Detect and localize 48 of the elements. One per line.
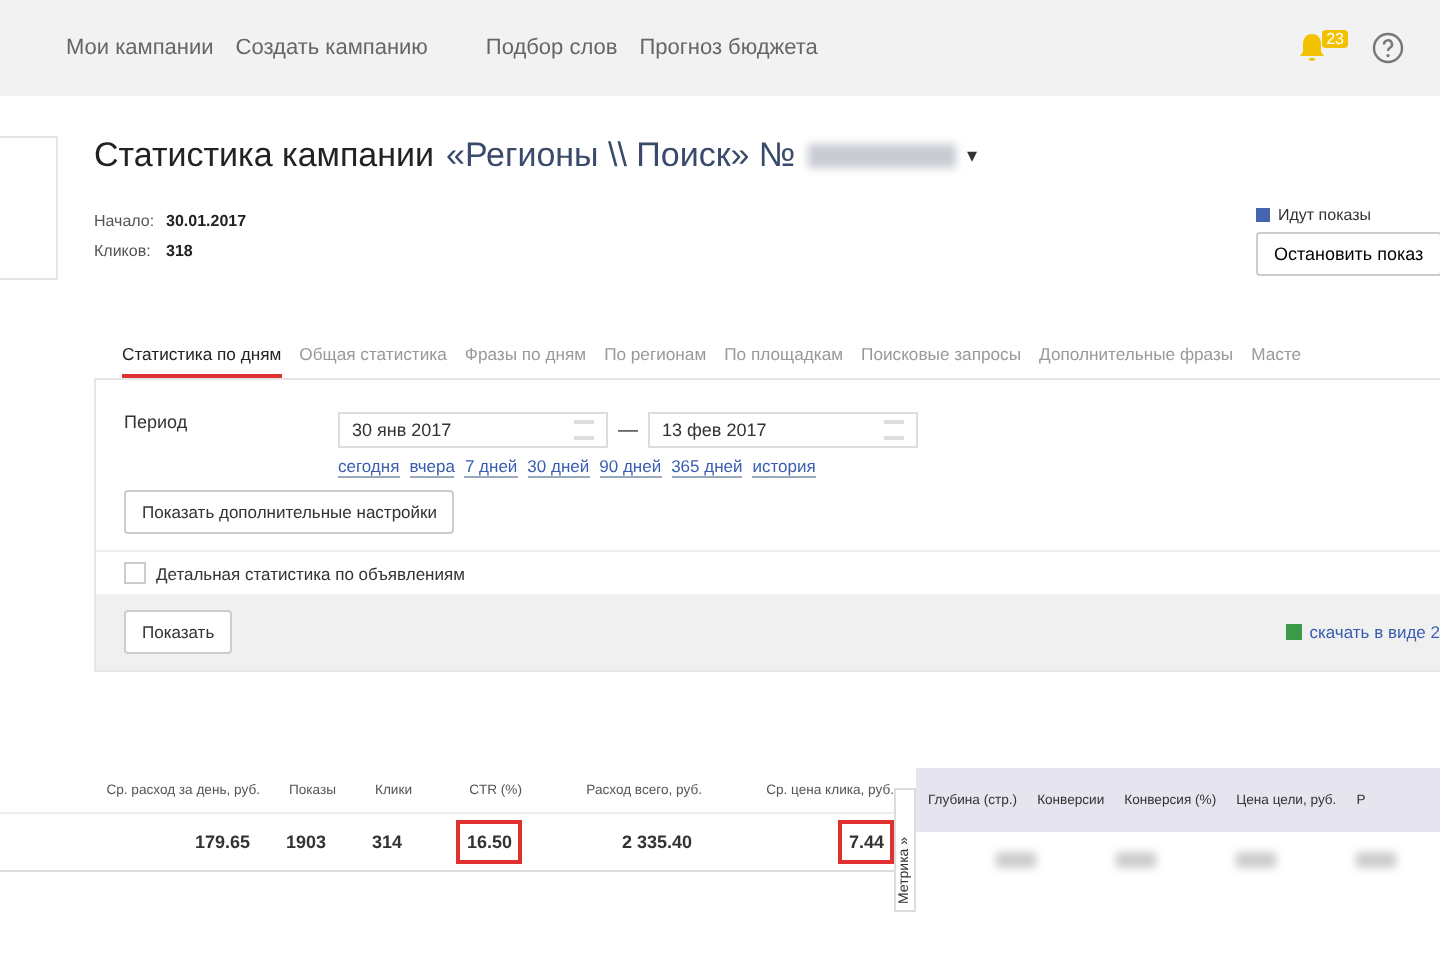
nav-link[interactable]: Мои кампании [66,36,214,60]
table-cell-text: 179.65 [192,830,252,856]
campaign-name: «Регионы \\ Поиск» № [446,136,796,176]
status-icon [1256,208,1270,222]
side-panel [0,136,58,280]
caret-icon[interactable]: ▾ [967,144,978,168]
redacted-placeholder [1116,852,1156,868]
table-cell-text: 2 335.40 [619,830,694,856]
tab[interactable]: Статистика по дням [122,344,282,378]
period-link[interactable]: вчера [409,456,455,478]
info-value: 30.01.2017 [166,210,247,234]
table-cell-text: 1903 [283,830,328,856]
checkbox-label: Детальная статистика по объявлениям [156,563,465,583]
download-link[interactable]: скачать в виде 2 [1309,622,1440,642]
stop-button[interactable]: Остановить показ [1256,232,1440,276]
date-field[interactable]: 30 янв 2017 [338,412,608,448]
period-link[interactable]: 365 дней [671,456,743,478]
notification-badge: 23 [1322,29,1348,47]
redacted-placeholder [1236,852,1276,868]
period-link[interactable]: история [752,456,816,478]
info-label: Кликов: [94,240,150,264]
period-label: Период [124,412,190,436]
nav-link[interactable]: Подбор слов [485,36,618,60]
nav-link[interactable]: Создать кампанию [235,36,428,60]
calendar-icon[interactable] [574,420,594,440]
redacted-placeholder [996,852,1036,868]
period-link[interactable]: 90 дней [599,456,662,478]
spreadsheet-icon [1285,624,1302,640]
help-icon[interactable] [1372,32,1404,64]
period-link[interactable]: 30 дней [527,456,590,478]
info-label: Начало: [94,210,150,234]
settings-button[interactable]: Показать дополнительные настройки [124,490,455,534]
page-title: Статистика кампании [94,136,434,176]
period-link[interactable]: сегодня [338,456,400,478]
date-dash: — [618,419,638,441]
status-text: Идут показы [1278,206,1372,224]
period-link[interactable]: 7 дней [464,456,518,478]
nav-link[interactable]: Прогноз бюджета [639,36,818,60]
calendar-icon[interactable] [884,420,904,440]
checkbox[interactable] [124,562,146,584]
info-value: 318 [166,240,193,264]
redacted-placeholder [1356,852,1396,868]
table-cell: 16.50 [456,820,522,864]
table-cell-text: 314 [369,830,404,856]
date-field[interactable]: 13 фев 2017 [648,412,918,448]
bell-icon[interactable] [1298,32,1327,64]
table-cell: 7.44 [838,820,894,864]
show-button[interactable]: Показать [124,610,233,654]
